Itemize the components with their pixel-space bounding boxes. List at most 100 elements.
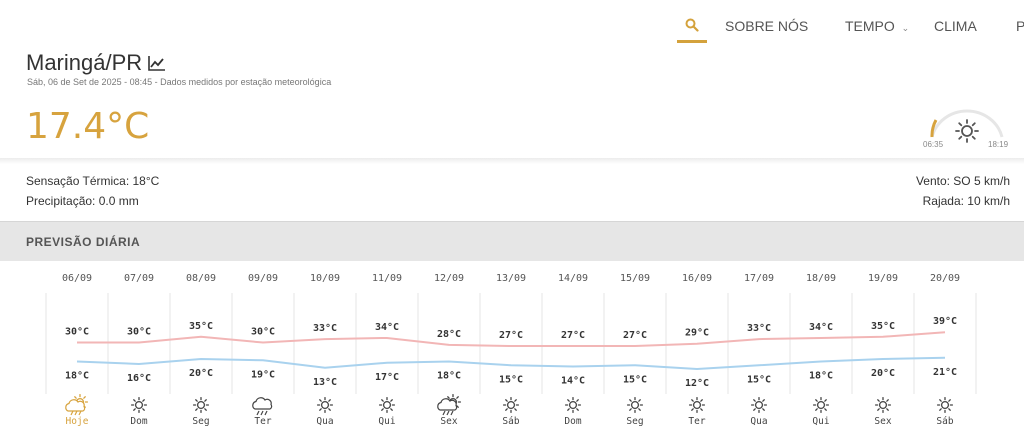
- city-name: Maringá/PR: [26, 50, 143, 75]
- min-temperature-label: 13°C: [313, 377, 337, 388]
- date-label: 11/09: [372, 273, 402, 284]
- partly-cloudy-icon: [65, 393, 89, 416]
- details-right: Vento: SO 5 km/h Rajada: 10 km/h: [916, 174, 1010, 214]
- max-temperature-label: 29°C: [685, 328, 709, 339]
- date-label: 14/09: [558, 273, 588, 284]
- date-label: 12/09: [434, 273, 464, 284]
- weekday-label: Ter: [688, 416, 705, 427]
- location-title: Maringá/PR: [26, 50, 166, 76]
- min-temperature-label: 15°C: [747, 374, 771, 385]
- date-label: 06/09: [62, 273, 92, 284]
- min-temperature-label: 19°C: [251, 369, 275, 380]
- max-temperature-label: 39°C: [933, 316, 957, 327]
- min-temperature-label: 12°C: [685, 378, 709, 389]
- min-temperature-label: 14°C: [561, 376, 585, 387]
- date-label: 15/09: [620, 273, 650, 284]
- min-temperature-label: 18°C: [65, 371, 89, 382]
- measurement-info: Sáb, 06 de Set de 2025 - 08:45 - Dados m…: [27, 77, 332, 87]
- details-left: Sensação Térmica: 18°C Precipitação: 0.0…: [26, 174, 159, 214]
- max-temperature-label: 30°C: [127, 327, 151, 338]
- max-temperature-label: 27°C: [623, 330, 647, 341]
- min-temperature-label: 20°C: [189, 368, 213, 379]
- sun-icon: [502, 396, 520, 414]
- min-temperature-label: 17°C: [375, 372, 399, 383]
- min-temperature-label: 20°C: [871, 368, 895, 379]
- max-temperature-label: 30°C: [65, 327, 89, 338]
- daily-forecast-header: PREVISÃO DIÁRIA: [0, 221, 1024, 261]
- sun-icon: [626, 396, 644, 414]
- date-label: 09/09: [248, 273, 278, 284]
- weekday-label: Sáb: [936, 416, 953, 427]
- max-temperature-label: 35°C: [189, 321, 213, 332]
- top-navigation: SOBRE NÓS TEMPO ⌄ CLIMA P: [0, 0, 1024, 52]
- sunrise-time: 06:35: [923, 140, 944, 149]
- sun-icon: [316, 396, 334, 414]
- rain-icon: [437, 393, 462, 416]
- sun-icon: [750, 396, 768, 414]
- max-temperature-label: 34°C: [809, 322, 833, 333]
- date-label: 19/09: [868, 273, 898, 284]
- sunset-time: 18:19: [988, 140, 1009, 149]
- weekday-label: Qui: [378, 416, 395, 427]
- min-temperature-label: 18°C: [809, 371, 833, 382]
- weekday-label: Seg: [626, 416, 643, 427]
- min-temperature-label: 15°C: [499, 374, 523, 385]
- max-temperature-label: 30°C: [251, 327, 275, 338]
- weekday-label: Dom: [564, 416, 581, 427]
- weekday-label: Qui: [812, 416, 829, 427]
- min-temperature-label: 18°C: [437, 371, 461, 382]
- max-temperature-label: 27°C: [561, 330, 585, 341]
- wind-gust: Rajada: 10 km/h: [922, 194, 1010, 208]
- daily-forecast-chart: 06/09 07/09 08/09 09/09 10/09 11/09 12/09 13/09…: [45, 273, 977, 427]
- weekday-label: Hoje: [66, 416, 89, 427]
- sun-icon: [688, 396, 706, 414]
- sunrise-sunset-widget: 06:35 18:19: [920, 100, 1014, 152]
- weekday-label: Dom: [130, 416, 147, 427]
- section-divider: [0, 158, 1024, 164]
- max-temperature-label: 33°C: [747, 323, 771, 334]
- search-button[interactable]: [677, 9, 707, 43]
- date-label: 17/09: [744, 273, 774, 284]
- storm-icon: [252, 397, 273, 416]
- max-temperature-label: 28°C: [437, 329, 461, 340]
- sun-icon: [812, 396, 830, 414]
- max-temperature-label: 33°C: [313, 323, 337, 334]
- date-label: 18/09: [806, 273, 836, 284]
- date-label: 07/09: [124, 273, 154, 284]
- max-temperature-label: 34°C: [375, 322, 399, 333]
- search-icon: [685, 18, 699, 32]
- weekday-label: Qua: [316, 416, 333, 427]
- min-temperature-label: 21°C: [933, 367, 957, 378]
- weekday-label: Sex: [440, 416, 457, 427]
- sun-icon: [564, 396, 582, 414]
- current-temperature: 17.4°C: [26, 106, 150, 147]
- date-label: 08/09: [186, 273, 216, 284]
- nav-item-tempo[interactable]: TEMPO ⌄: [845, 18, 909, 34]
- chevron-down-icon: ⌄: [901, 23, 910, 33]
- sun-icon: [936, 396, 954, 414]
- weekday-label: Sáb: [502, 416, 519, 427]
- weekday-label: Sex: [874, 416, 891, 427]
- precipitation: Precipitação: 0.0 mm: [26, 194, 139, 208]
- max-temperature-label: 27°C: [499, 330, 523, 341]
- sun-icon: [874, 396, 892, 414]
- date-label: 16/09: [682, 273, 712, 284]
- sun-icon: [192, 396, 210, 414]
- date-label: 20/09: [930, 273, 960, 284]
- nav-item-clima[interactable]: CLIMA: [934, 18, 977, 34]
- max-temperature-label: 35°C: [871, 321, 895, 332]
- sun-icon: [378, 396, 396, 414]
- weekday-label: Qua: [750, 416, 767, 427]
- nav-item-tempo-label: TEMPO: [845, 18, 895, 34]
- nav-item-more[interactable]: P: [1016, 18, 1024, 34]
- section-title: PREVISÃO DIÁRIA: [26, 235, 141, 249]
- weekday-label: Ter: [254, 416, 271, 427]
- date-label: 13/09: [496, 273, 526, 284]
- sun-icon: [955, 119, 979, 143]
- min-temperature-label: 15°C: [623, 374, 647, 385]
- chart-trend-icon[interactable]: [148, 55, 166, 71]
- weekday-label: Seg: [192, 416, 209, 427]
- nav-item-sobre-nos[interactable]: SOBRE NÓS: [725, 18, 808, 34]
- feels-like: Sensação Térmica: 18°C: [26, 174, 160, 188]
- min-temperature-label: 16°C: [127, 373, 151, 384]
